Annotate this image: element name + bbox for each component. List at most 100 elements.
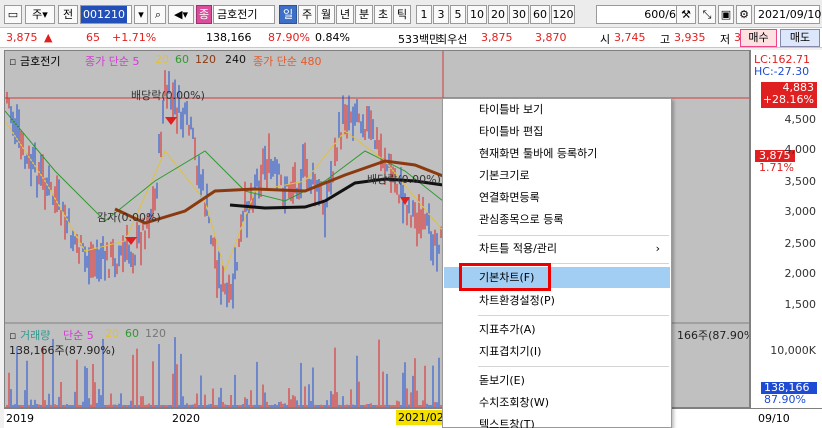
menu-item-magnifier[interactable]: 돋보기(E) [444,370,670,391]
price-tick-0: 4,500 [784,113,817,126]
chart-template-label: 차트틀 적용/관리 [479,242,558,255]
volume-ma-20: 20 [105,327,119,340]
timeframe-button-4[interactable]: 분 [355,5,373,24]
timeframe-button-6[interactable]: 틱 [393,5,411,24]
legend-price-480: 종가 단순 480 [253,55,322,68]
volume-value-right: 166주(87.90%) [677,329,749,342]
xlabel-2020: 2020 [172,412,200,425]
volume-value: 138,166 [206,31,252,44]
menu-item-chart-template[interactable]: 차트틀 적용/관리 › [444,238,670,259]
interval-button-6[interactable]: 60 [530,5,550,24]
menu-item-chart-settings[interactable]: 차트환경설정(P) [444,290,670,311]
legend-ma-120: 120 [195,53,216,66]
submenu-arrow-icon: › [655,242,660,255]
expand-icon[interactable]: ⤡ [698,5,716,24]
price-tick-2: 3,500 [784,175,817,188]
context-menu: 타이틀바 보기 타이틀바 편집 현재화면 툴바에 등록하기 기본크기로 연결화면… [442,98,672,428]
interval-button-4[interactable]: 20 [488,5,508,24]
menu-item-register-toolbar[interactable]: 현재화면 툴바에 등록하기 [444,143,670,164]
reduce-annotation: 감자(0.00%) [97,211,161,224]
chart-tools-icon[interactable]: ⚒ [676,5,696,24]
high-box-percent: +28.16% [762,93,814,106]
menu-item-overlay-indicator[interactable]: 지표겹치기(I) [444,341,670,362]
low-label: 저 [720,33,731,46]
open-price: 3,745 [614,31,646,44]
legend-price: 종가 단순 5 [85,55,140,68]
pref-label: 최우선 [437,33,468,46]
open-label: 시 [600,33,611,46]
volume-title: ▫ 거래량 [9,329,51,342]
timeframe-button-5[interactable]: 초 [374,5,392,24]
price-tick-6: 1,500 [784,298,817,311]
sell-button[interactable]: 매도 [780,29,820,47]
volume-box-percent: 87.90% [764,393,806,406]
bid-price: 3,870 [535,31,567,44]
price-tick-5: 2,000 [784,267,817,280]
interval-button-0[interactable]: 1 [416,5,432,24]
menu-item-link-screen[interactable]: 연결화면등록 [444,187,670,208]
xlabel-right: 09/10 [758,412,790,425]
interval-button-7[interactable]: 120 [551,5,575,24]
stock-name-field[interactable]: 금호전기 [213,5,275,24]
stock-code: 001210 [81,6,127,23]
menu-item-add-indicator[interactable]: 지표추가(A) [444,319,670,340]
interval-button-1[interactable]: 3 [433,5,449,24]
interval-button-2[interactable]: 5 [450,5,466,24]
high-price-box: 4,883 +28.16% [761,82,817,108]
price-tick-4: 2,500 [784,237,817,250]
volume-ma-60: 60 [125,327,139,340]
price-axis[interactable]: LC:162.71 HC:-27.30 4,883 +28.16% 3,875 … [750,50,822,408]
timeframe-button-3[interactable]: 년 [336,5,354,24]
volume-box: 138,166 87.90% [761,382,817,406]
volume-percent: 87.90% [268,31,310,44]
price-box-percent: 1.71% [759,161,794,174]
interval-button-3[interactable]: 10 [467,5,487,24]
buy-button[interactable]: 매수 [740,29,777,47]
menu-item-add-watchlist[interactable]: 관심종목으로 등록 [444,209,670,230]
stock-type-icon: 종 [196,5,212,24]
code-dropdown-icon[interactable]: ▾ [134,5,148,24]
save-icon[interactable]: ▣ [718,5,734,24]
hc-label: HC:-27.30 [754,65,810,78]
time-axis[interactable]: 2019 2020 2021/02 09/10 [4,408,822,428]
volume-axis-tick: 10,000K [770,344,816,357]
timeframe-button-2[interactable]: 월 [317,5,335,24]
highlight-box [459,263,551,291]
high-label: 고 [660,33,671,46]
toolbar: ▭ 주▾ 전 001210 ▾ ⌕ ◀▾ 종 금호전기 600/600 ⚒ ⤡ … [0,0,822,28]
window-icon[interactable]: ▭ [4,5,22,24]
interval-button-5[interactable]: 30 [509,5,529,24]
menu-item-title-bar-view[interactable]: 타이틀바 보기 [444,99,670,120]
jeon-button[interactable]: 전 [58,5,78,24]
chart-title: ▫ 금호전기 [9,55,61,68]
up-arrow-icon: ▲ [44,31,53,44]
gear-icon[interactable]: ⚙ [736,5,752,24]
dividend-annotation-2: 배당락(0.00%) [367,173,441,186]
period-select[interactable]: 주▾ [25,5,55,24]
xlabel-2021-02: 2021/02 [396,410,446,425]
legend-ma-60: 60 [175,53,189,66]
date-field[interactable]: 2021/09/10 [754,5,821,24]
menu-item-title-bar-edit[interactable]: 타이틀바 편집 [444,121,670,142]
menu-item-text-window[interactable]: 텍스트창(T) [444,414,670,428]
high-price: 3,935 [674,31,706,44]
legend-ma-20: 20 [155,53,169,66]
current-price: 3,875 [6,31,38,44]
turnover-value: 0.84% [315,31,350,44]
amount-value: 533백만 [398,33,440,46]
speaker-icon[interactable]: ◀▾ [168,5,194,24]
menu-item-value-window[interactable]: 수치조회창(W) [444,392,670,413]
search-icon[interactable]: ⌕ [150,5,166,24]
quote-bar: 3,875 ▲ 65 +1.71% 138,166 87.90% 0.84% 5… [0,28,822,48]
change-percent: +1.71% [112,31,157,44]
menu-separator [478,366,669,367]
xlabel-2019: 2019 [6,412,34,425]
menu-separator [478,315,669,316]
dividend-marker-icon [165,117,177,125]
timeframe-button-1[interactable]: 주 [298,5,316,24]
stock-code-input[interactable]: 001210 [80,5,132,24]
volume-value: 138,166주(87.90%) [9,344,116,357]
menu-item-default-size[interactable]: 기본크기로 [444,165,670,186]
timeframe-button-0[interactable]: 일 [279,5,297,24]
period-label: 주 [32,8,43,21]
